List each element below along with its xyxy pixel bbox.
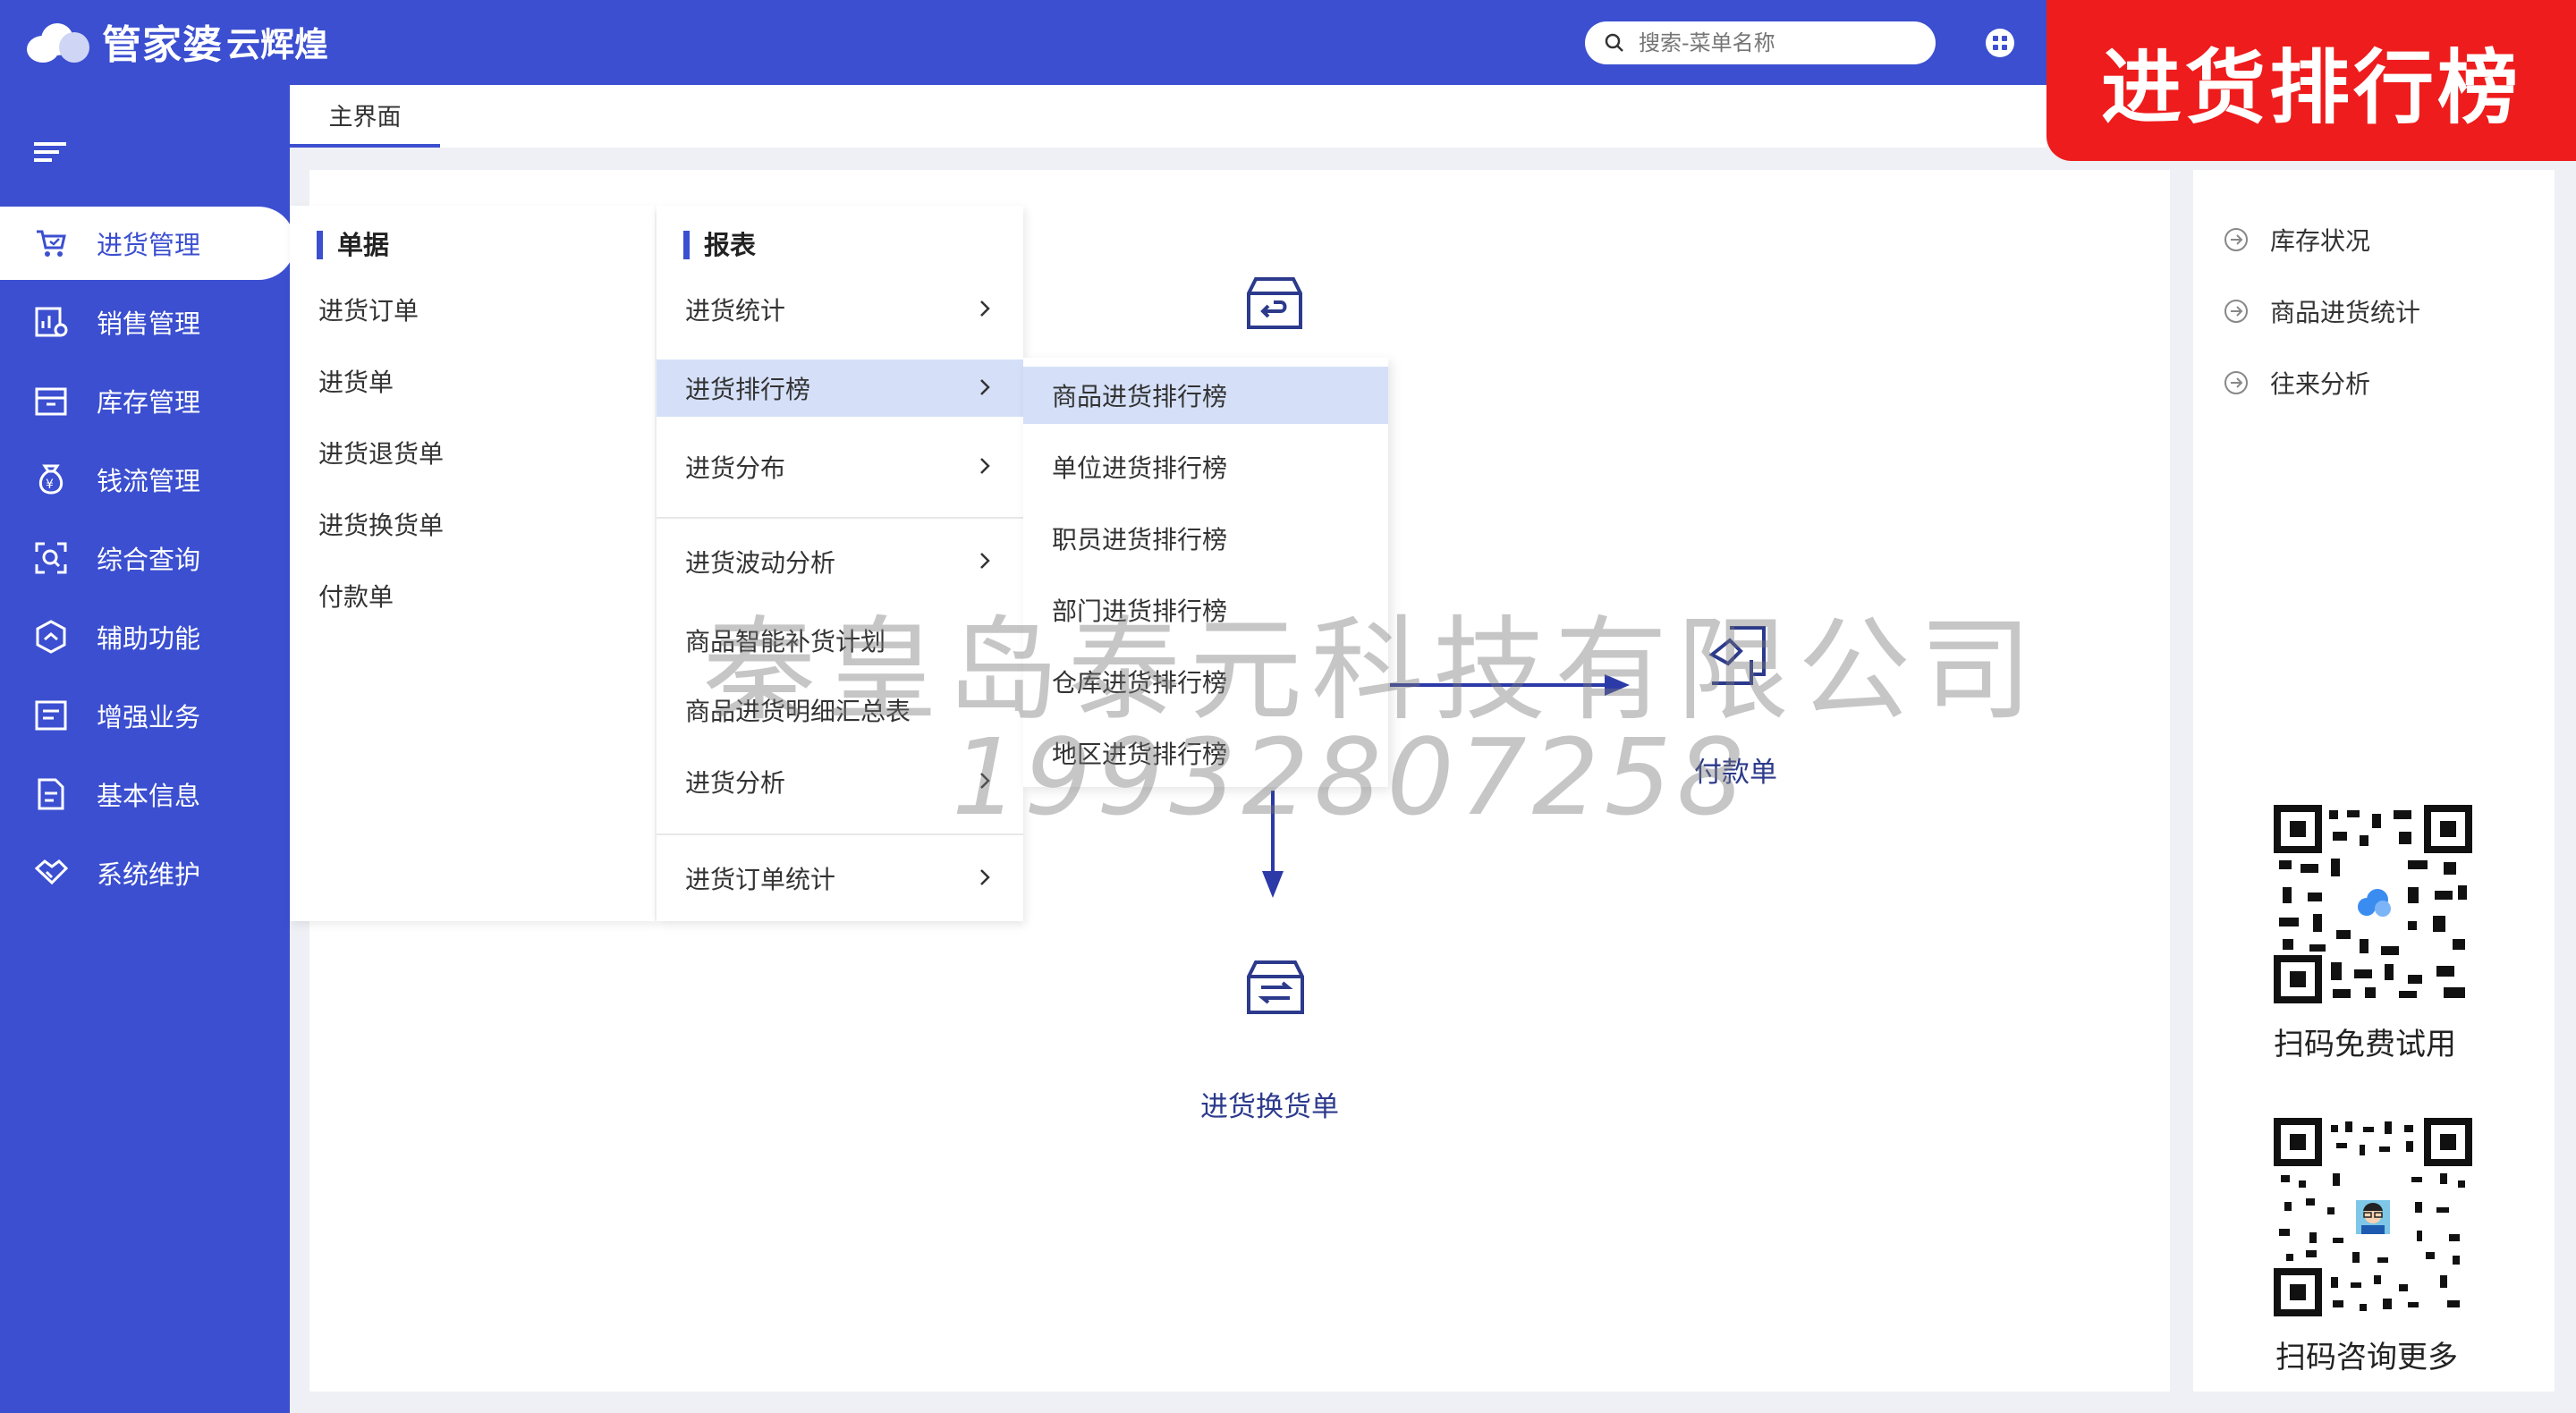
sidebar-item-label: 进货管理 xyxy=(97,230,201,260)
list-card-icon xyxy=(35,700,67,731)
sidebar-item-basic-info[interactable]: 基本信息 xyxy=(0,757,290,831)
sidebar-item-label: 辅助功能 xyxy=(97,623,201,654)
menu-collapse-icon[interactable] xyxy=(34,139,66,165)
search-input[interactable] xyxy=(1637,30,1923,56)
sidebar-item-purchase[interactable]: 进货管理 xyxy=(0,207,295,280)
quick-link-stock-status[interactable]: 库存状况 xyxy=(2224,222,2370,258)
cloud-logo-icon xyxy=(27,20,91,63)
apps-grid-icon[interactable] xyxy=(1984,27,2016,59)
search-scan-icon xyxy=(35,542,67,574)
menu-item-staff-ranking[interactable]: 职员进货排行榜 xyxy=(1023,510,1388,567)
document-icon xyxy=(38,778,64,810)
logo-main-text: 管家婆 xyxy=(102,22,223,68)
quick-link-label: 库存状况 xyxy=(2270,226,2371,256)
chevron-right-icon xyxy=(980,300,990,317)
menu-item-purchase-ranking[interactable]: 进货排行榜 xyxy=(657,360,1023,417)
flow-label-exchange[interactable]: 进货换货单 xyxy=(1200,1084,1339,1124)
chevron-right-icon xyxy=(980,869,990,885)
sidebar-item-label: 钱流管理 xyxy=(97,466,201,496)
qr-caption-trial: 扫码免费试用 xyxy=(2274,1027,2456,1062)
purchase-exchange-box-icon[interactable] xyxy=(1243,955,1308,1020)
menu-item-purchase-distribution[interactable]: 进货分布 xyxy=(657,438,1023,495)
circle-arrow-icon xyxy=(2224,371,2248,394)
sidebar: 进货管理 销售管理 库存管理 ¥ 钱流管理 综合查询 辅助功能 增强业务 基本信… xyxy=(0,85,295,1413)
chevron-right-icon xyxy=(980,379,990,395)
menu-heading-reports: 报表 xyxy=(683,231,756,259)
menu-search[interactable] xyxy=(1585,21,1936,64)
sidebar-item-label: 系统维护 xyxy=(97,859,201,890)
menu-divider xyxy=(657,517,1023,519)
cart-icon xyxy=(37,230,66,257)
menu-item-label: 进货订单统计 xyxy=(685,865,836,894)
qr-code-consult xyxy=(2274,1118,2472,1316)
qr-caption-consult: 扫码咨询更多 xyxy=(2275,1340,2458,1375)
menu-item-unit-ranking[interactable]: 单位进货排行榜 xyxy=(1023,438,1388,495)
sidebar-item-query[interactable]: 综合查询 xyxy=(0,521,290,595)
qr-code-trial xyxy=(2274,805,2472,1003)
menu-item-purchase-bill[interactable]: 进货单 xyxy=(290,352,655,410)
menu-item-payment[interactable]: 付款单 xyxy=(290,567,655,624)
watermark-phone: 19932807258 xyxy=(952,715,1750,839)
menu-documents: 单据 进货订单 进货单 进货退货单 进货换货单 付款单 xyxy=(290,206,655,921)
money-bag-icon: ¥ xyxy=(38,464,64,495)
quick-link-label: 往来分析 xyxy=(2270,369,2371,399)
app-logo[interactable]: 管家婆 云辉煌 xyxy=(27,13,328,70)
sidebar-item-cashflow[interactable]: ¥ 钱流管理 xyxy=(0,443,290,516)
tab-bar: 主界面 xyxy=(290,85,2046,148)
menu-item-purchase-order[interactable]: 进货订单 xyxy=(290,281,655,338)
menu-item-purchase-exchange[interactable]: 进货换货单 xyxy=(290,495,655,553)
menu-item-label: 进货波动分析 xyxy=(685,548,836,578)
sidebar-item-inventory[interactable]: 库存管理 xyxy=(0,364,290,437)
hexagon-tool-icon xyxy=(36,620,66,654)
page-title-banner: 进货排行榜 xyxy=(2046,0,2576,161)
inventory-box-icon xyxy=(35,387,67,416)
sidebar-item-label: 销售管理 xyxy=(97,309,201,339)
menu-item-label: 进货排行榜 xyxy=(685,375,811,404)
sidebar-item-auxiliary[interactable]: 辅助功能 xyxy=(0,600,290,673)
sidebar-item-enhanced[interactable]: 增强业务 xyxy=(0,679,290,752)
svg-text:¥: ¥ xyxy=(46,478,54,492)
chevron-right-icon xyxy=(980,553,990,569)
purchase-return-box-icon[interactable] xyxy=(1243,272,1306,334)
circle-arrow-icon xyxy=(2224,228,2248,251)
sidebar-item-system[interactable]: 系统维护 xyxy=(0,836,290,910)
sidebar-item-label: 综合查询 xyxy=(97,545,201,575)
quick-link-product-purchase-stats[interactable]: 商品进货统计 xyxy=(2224,293,2420,329)
menu-item-product-ranking[interactable]: 商品进货排行榜 xyxy=(1023,367,1388,424)
sidebar-item-label: 库存管理 xyxy=(97,387,201,418)
sidebar-item-sales[interactable]: 销售管理 xyxy=(0,285,290,359)
menu-item-purchase-return[interactable]: 进货退货单 xyxy=(290,424,655,481)
sales-chart-icon xyxy=(35,307,68,337)
quick-link-account-analysis[interactable]: 往来分析 xyxy=(2224,365,2370,401)
circle-arrow-icon xyxy=(2224,300,2248,323)
menu-heading-documents: 单据 xyxy=(317,231,389,259)
sidebar-item-label: 基本信息 xyxy=(97,781,201,811)
tab-home[interactable]: 主界面 xyxy=(290,85,440,148)
chevron-right-icon xyxy=(980,458,990,474)
logo-sub-text: 云辉煌 xyxy=(226,24,329,64)
sidebar-item-label: 增强业务 xyxy=(97,702,201,732)
menu-item-label: 进货统计 xyxy=(685,296,786,326)
quick-link-label: 商品进货统计 xyxy=(2270,298,2421,327)
menu-item-order-stats[interactable]: 进货订单统计 xyxy=(657,850,1023,907)
menu-item-purchase-stats[interactable]: 进货统计 xyxy=(657,281,1023,338)
handshake-icon xyxy=(34,859,68,885)
menu-item-label: 进货分布 xyxy=(685,453,786,483)
menu-item-label: 进货分析 xyxy=(685,768,786,798)
search-icon xyxy=(1605,33,1623,52)
